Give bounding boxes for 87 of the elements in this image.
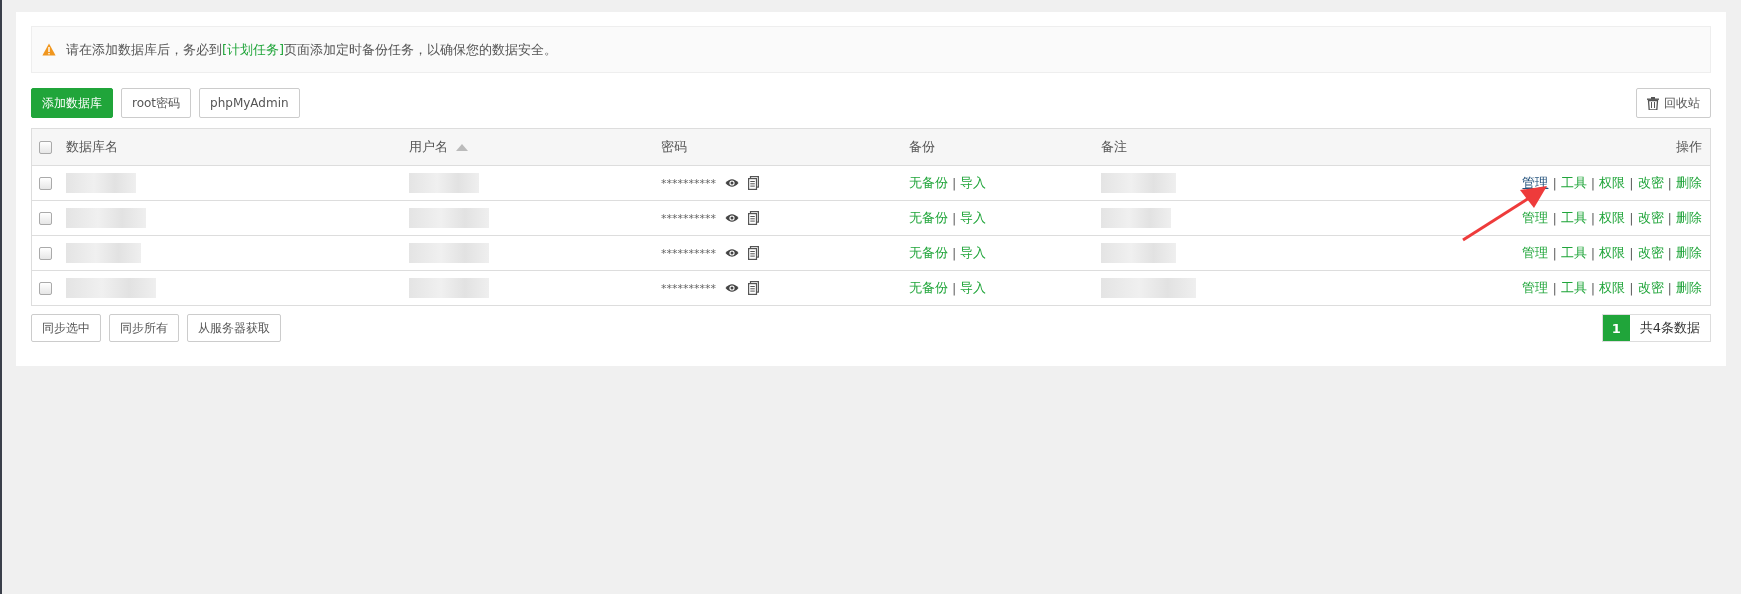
column-header[interactable]: 数据库名: [66, 138, 118, 156]
separator: |: [1667, 175, 1672, 191]
action-link[interactable]: 改密: [1637, 209, 1664, 227]
sync-button[interactable]: 同步选中: [31, 314, 101, 342]
separator: |: [952, 175, 957, 191]
action-link[interactable]: 管理: [1522, 209, 1549, 227]
separator: |: [1629, 245, 1634, 261]
checkbox[interactable]: [39, 211, 52, 225]
action-link[interactable]: 工具: [1560, 209, 1587, 227]
eye-icon[interactable]: [725, 213, 739, 223]
blurred-text: [409, 173, 479, 193]
toolbar-button[interactable]: root密码: [121, 88, 192, 118]
separator: |: [1667, 280, 1672, 296]
separator: |: [1629, 210, 1634, 226]
action-link[interactable]: 改密: [1637, 174, 1664, 192]
column-header[interactable]: 操作: [1676, 138, 1702, 156]
separator: |: [1590, 175, 1596, 191]
separator: |: [1629, 280, 1634, 296]
toolbar-button[interactable]: phpMyAdmin: [199, 88, 300, 118]
action-link[interactable]: 改密: [1637, 279, 1664, 297]
sync-button[interactable]: 同步所有: [109, 314, 179, 342]
sort-ascending-icon: [456, 143, 468, 151]
action-link[interactable]: 删除: [1676, 244, 1702, 262]
separator: |: [1629, 175, 1634, 191]
copy-icon[interactable]: [748, 211, 759, 225]
eye-icon[interactable]: [725, 248, 739, 258]
page-number[interactable]: 1: [1602, 315, 1630, 341]
backup-link[interactable]: 导入: [960, 244, 987, 262]
notice-text: 请在添加数据库后，务必到[计划任务]页面添加定时备份任务，以确保您的数据安全。: [66, 40, 558, 59]
action-link[interactable]: 权限: [1599, 279, 1626, 297]
backup-link[interactable]: 无备份: [909, 174, 948, 192]
password-text: **********: [661, 281, 716, 295]
action-link[interactable]: 删除: [1676, 209, 1702, 227]
action-link[interactable]: 删除: [1676, 279, 1702, 297]
checkbox[interactable]: [39, 140, 52, 154]
copy-icon[interactable]: [748, 246, 759, 260]
backup-link[interactable]: 导入: [960, 209, 987, 227]
blurred-text: [66, 173, 136, 193]
eye-icon[interactable]: [725, 178, 739, 188]
separator: |: [1552, 280, 1557, 296]
action-link[interactable]: 工具: [1560, 244, 1587, 262]
task-link[interactable]: [计划任务]: [222, 41, 285, 57]
backup-link[interactable]: 无备份: [909, 244, 948, 262]
recycle-bin-button[interactable]: 回收站: [1636, 88, 1711, 118]
password-text: **********: [661, 176, 716, 190]
checkbox[interactable]: [39, 281, 52, 295]
checkbox[interactable]: [39, 246, 52, 260]
copy-icon[interactable]: [748, 281, 759, 295]
action-link[interactable]: 管理: [1522, 244, 1549, 262]
action-link[interactable]: 权限: [1599, 244, 1626, 262]
separator: |: [1590, 210, 1596, 226]
separator: |: [1552, 245, 1557, 261]
separator: |: [1667, 210, 1672, 226]
record-count: 共4条数据: [1638, 319, 1701, 337]
column-header[interactable]: 备份: [909, 138, 935, 156]
add-database-button[interactable]: 添加数据库: [31, 88, 113, 118]
separator: |: [1590, 280, 1596, 296]
backup-link[interactable]: 导入: [960, 174, 987, 192]
backup-link[interactable]: 导入: [960, 279, 987, 297]
separator: |: [952, 280, 957, 296]
action-link[interactable]: 工具: [1560, 174, 1587, 192]
eye-icon[interactable]: [725, 283, 739, 293]
action-link[interactable]: 权限: [1599, 174, 1626, 192]
action-link[interactable]: 管理: [1522, 279, 1549, 297]
action-link[interactable]: 工具: [1560, 279, 1587, 297]
separator: |: [1552, 175, 1557, 191]
column-header[interactable]: 用户名: [409, 138, 468, 156]
backup-link[interactable]: 无备份: [909, 209, 948, 227]
action-link[interactable]: 权限: [1599, 209, 1626, 227]
separator: |: [1667, 245, 1672, 261]
separator: |: [1590, 245, 1596, 261]
sync-button[interactable]: 从服务器获取: [187, 314, 281, 342]
backup-link[interactable]: 无备份: [909, 279, 948, 297]
blurred-text: [1101, 208, 1171, 228]
warning-icon: [42, 43, 56, 56]
separator: |: [1552, 210, 1557, 226]
password-text: **********: [661, 211, 716, 225]
action-link[interactable]: 删除: [1676, 174, 1702, 192]
copy-icon[interactable]: [748, 176, 759, 190]
trash-icon: [1647, 96, 1659, 110]
separator: |: [952, 245, 957, 261]
column-header[interactable]: 密码: [661, 138, 687, 156]
action-link[interactable]: 改密: [1637, 244, 1664, 262]
checkbox[interactable]: [39, 176, 52, 190]
column-header[interactable]: 备注: [1101, 138, 1127, 156]
separator: |: [952, 210, 957, 226]
password-text: **********: [661, 246, 716, 260]
